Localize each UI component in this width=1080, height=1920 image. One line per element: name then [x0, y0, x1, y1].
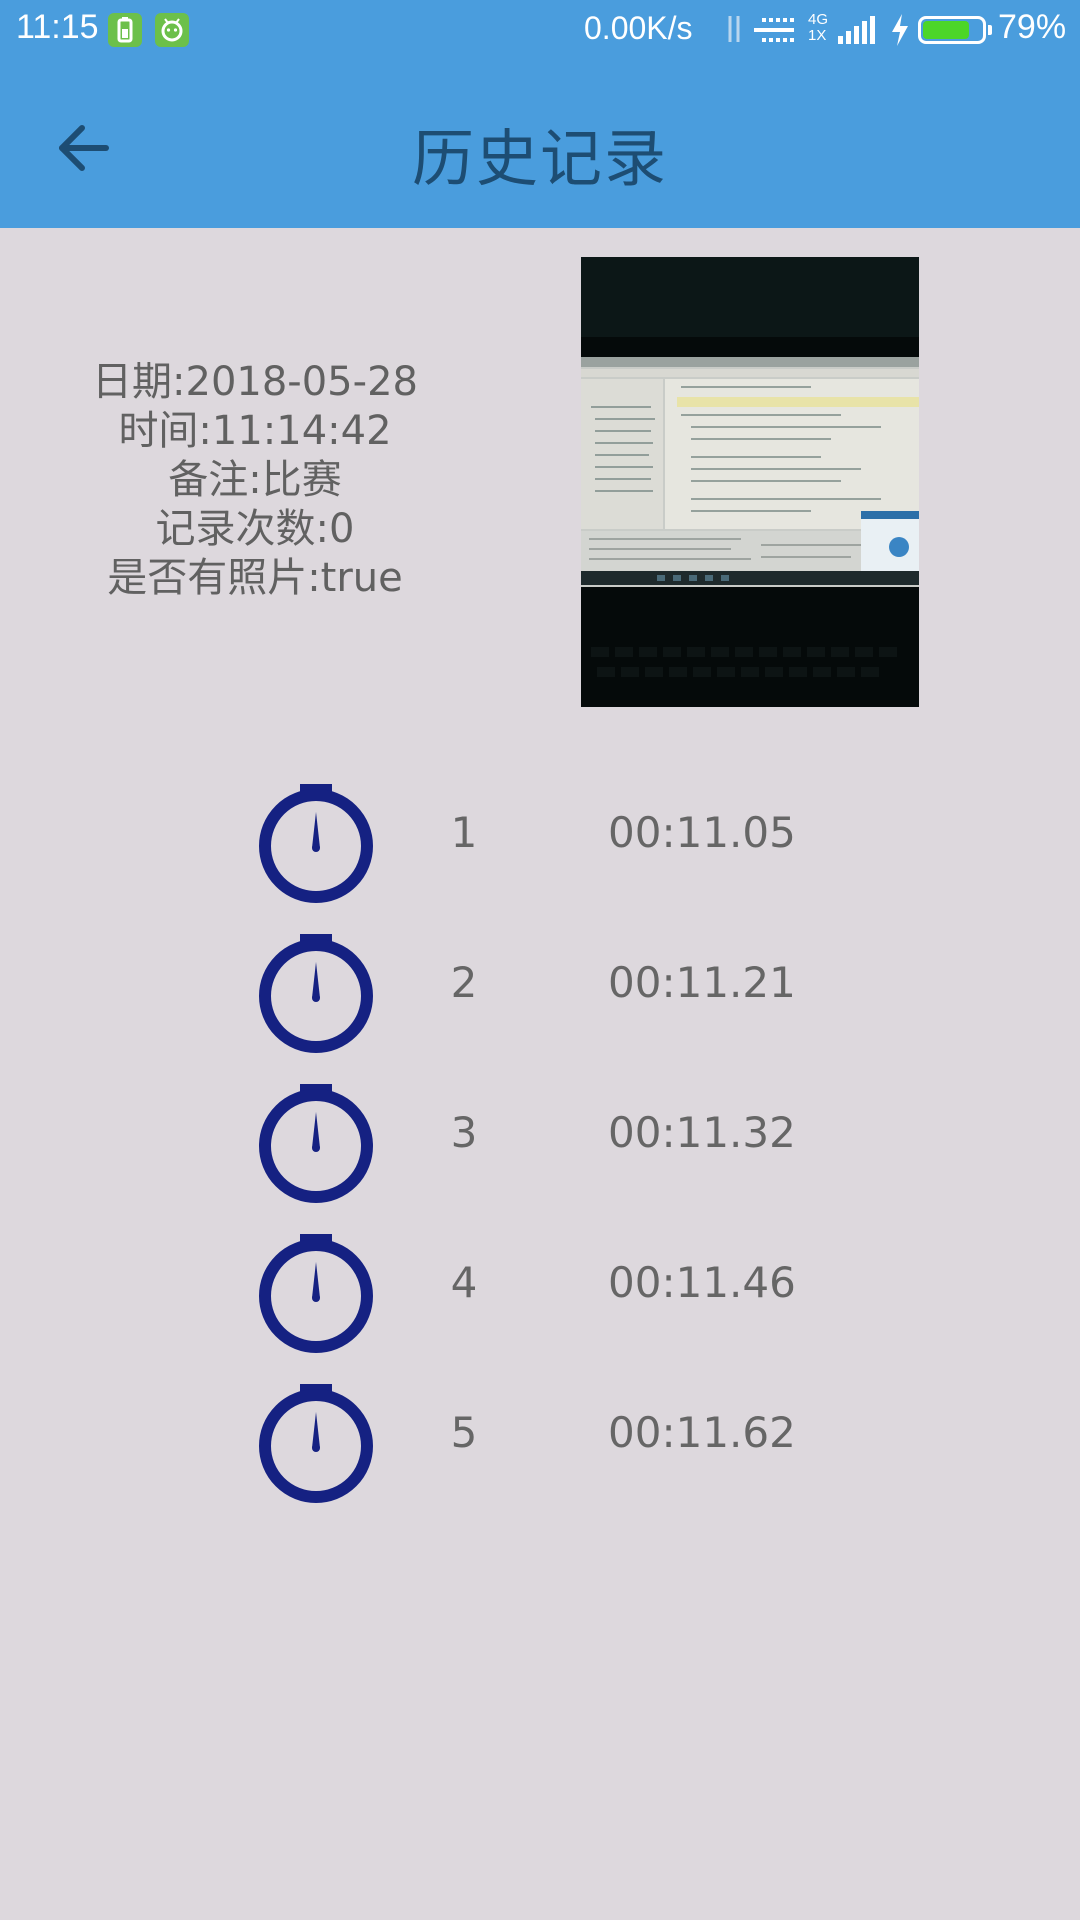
stopwatch-icon	[259, 1234, 373, 1353]
time-label: 时间:11:14:42	[118, 408, 392, 454]
battery-icon	[918, 16, 986, 44]
record-time: 00:11.05	[608, 808, 796, 857]
network-type-label: 4G 1X	[808, 11, 829, 44]
network-speed: 0.00K/s	[584, 10, 693, 46]
record-index: 2	[450, 958, 478, 1007]
photo-image	[581, 257, 919, 707]
battery-nub	[988, 25, 992, 35]
page-title: 历史记录	[411, 122, 668, 195]
battery-level-fill	[923, 21, 969, 39]
battery-saver-icon	[108, 13, 142, 47]
has-photo-label: 是否有照片:true	[107, 555, 403, 601]
record-row[interactable]: 4 00:11.46	[0, 1230, 1080, 1360]
record-index: 3	[450, 1108, 478, 1157]
record-photo[interactable]	[581, 257, 919, 707]
stopwatch-icon	[259, 784, 373, 903]
stopwatch-icon	[259, 1384, 373, 1503]
data-transfer-icon	[728, 16, 794, 42]
record-row[interactable]: 2 00:11.21	[0, 930, 1080, 1060]
charging-icon	[892, 14, 908, 46]
record-row[interactable]: 3 00:11.32	[0, 1080, 1080, 1210]
stopwatch-icon	[259, 1084, 373, 1203]
note-label: 备注:比赛	[168, 457, 342, 503]
record-index: 5	[450, 1408, 478, 1457]
record-index: 1	[450, 808, 478, 857]
record-count-label: 记录次数:0	[155, 506, 355, 552]
record-row[interactable]: 5 00:11.62	[0, 1380, 1080, 1510]
record-time: 00:11.46	[608, 1258, 796, 1307]
stopwatch-icon	[259, 934, 373, 1053]
android-icon	[155, 13, 189, 47]
record-summary: 日期:2018-05-28 时间:11:14:42 备注:比赛 记录次数:0 是…	[60, 358, 450, 603]
date-label: 日期:2018-05-28	[92, 359, 418, 405]
battery-percentage: 79%	[998, 8, 1067, 46]
record-time: 00:11.32	[608, 1108, 796, 1157]
signal-icon	[838, 16, 875, 44]
record-time: 00:11.21	[608, 958, 796, 1007]
record-index: 4	[450, 1258, 478, 1307]
status-time: 11:15	[16, 8, 99, 46]
record-time: 00:11.62	[608, 1408, 796, 1457]
app-bar: 历史记录	[0, 60, 1080, 228]
status-bar: 11:15 0.00K/s 4G 1X 79%	[0, 0, 1080, 60]
record-row[interactable]: 1 00:11.05	[0, 780, 1080, 910]
